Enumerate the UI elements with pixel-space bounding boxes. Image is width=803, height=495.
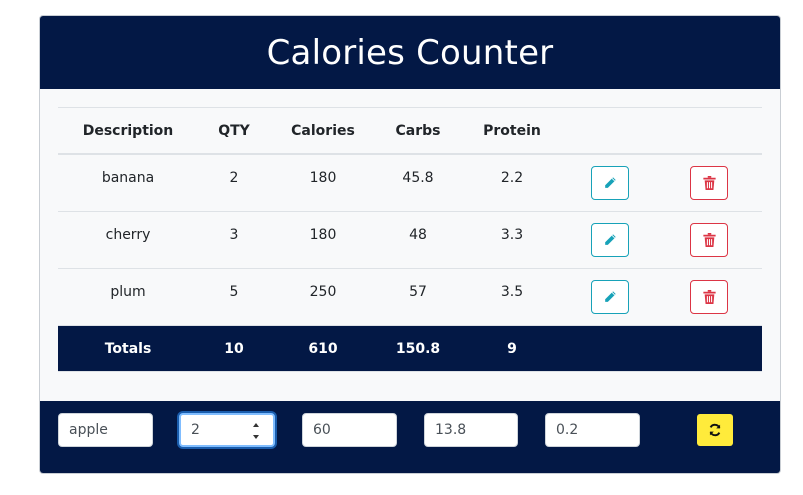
qty-input[interactable]: 2	[179, 413, 275, 447]
page-title: Calories Counter	[266, 32, 554, 73]
cell-calories: 180	[270, 154, 376, 212]
pencil-icon	[605, 234, 616, 245]
cell-carbs: 45.8	[376, 154, 460, 212]
cell-carbs: 48	[376, 211, 460, 269]
stepper-up-icon[interactable]	[253, 423, 259, 427]
col-header-carbs: Carbs	[376, 107, 460, 155]
total-calories: 610	[270, 325, 376, 372]
food-table-wrapper: Description QTY Calories Carbs Protein b…	[58, 107, 762, 372]
table-row: cherry 3 180 48 3.3	[58, 211, 762, 269]
calories-input-value: 60	[313, 422, 331, 438]
cell-description: cherry	[58, 211, 198, 269]
col-header-calories: Calories	[270, 107, 376, 155]
cell-protein: 3.3	[460, 211, 564, 269]
description-input[interactable]: apple	[58, 413, 153, 447]
delete-button[interactable]	[690, 166, 728, 200]
totals-empty-edit	[564, 325, 656, 372]
totals-row: Totals 10 610 150.8 9	[58, 325, 762, 372]
delete-button[interactable]	[690, 280, 728, 314]
table-row: banana 2 180 45.8 2.2	[58, 154, 762, 212]
food-table: Description QTY Calories Carbs Protein b…	[58, 107, 762, 372]
cell-calories: 250	[270, 268, 376, 326]
table-row: plum 5 250 57 3.5	[58, 268, 762, 326]
card-header: Calories Counter	[40, 16, 780, 89]
cell-delete	[656, 154, 762, 212]
cell-qty: 5	[198, 268, 270, 326]
total-carbs: 150.8	[376, 325, 460, 372]
qty-stepper[interactable]	[251, 423, 261, 439]
total-qty: 10	[198, 325, 270, 372]
refresh-icon	[709, 423, 721, 437]
total-protein: 9	[460, 325, 564, 372]
cell-edit	[564, 268, 656, 326]
cell-carbs: 57	[376, 268, 460, 326]
cell-delete	[656, 268, 762, 326]
protein-input[interactable]: 0.2	[545, 413, 640, 447]
calories-card: Calories Counter Description QTY Calorie…	[39, 15, 781, 474]
edit-button[interactable]	[591, 166, 629, 200]
description-input-value: apple	[69, 422, 108, 438]
cell-qty: 3	[198, 211, 270, 269]
totals-empty-delete	[656, 325, 762, 372]
col-header-qty: QTY	[198, 107, 270, 155]
qty-input-value: 2	[191, 422, 200, 438]
pencil-icon	[605, 291, 616, 302]
col-header-edit	[564, 107, 656, 155]
trash-icon	[702, 233, 716, 247]
cell-edit	[564, 154, 656, 212]
carbs-input[interactable]: 13.8	[424, 413, 518, 447]
cell-edit	[564, 211, 656, 269]
refresh-button[interactable]	[697, 414, 733, 446]
calories-input[interactable]: 60	[302, 413, 397, 447]
pencil-icon	[605, 177, 616, 188]
cell-protein: 2.2	[460, 154, 564, 212]
delete-button[interactable]	[690, 223, 728, 257]
cell-qty: 2	[198, 154, 270, 212]
cell-protein: 3.5	[460, 268, 564, 326]
table-header-row: Description QTY Calories Carbs Protein	[58, 107, 762, 155]
trash-icon	[702, 290, 716, 304]
cell-description: banana	[58, 154, 198, 212]
cell-calories: 180	[270, 211, 376, 269]
totals-label: Totals	[58, 325, 198, 372]
trash-icon	[702, 176, 716, 190]
carbs-input-value: 13.8	[435, 422, 467, 438]
col-header-description: Description	[58, 107, 198, 155]
edit-button[interactable]	[591, 223, 629, 257]
entry-form: apple 2 60 13.8 0.2	[40, 401, 780, 473]
col-header-protein: Protein	[460, 107, 564, 155]
cell-description: plum	[58, 268, 198, 326]
stepper-down-icon[interactable]	[253, 435, 259, 439]
protein-input-value: 0.2	[556, 422, 579, 438]
col-header-delete	[656, 107, 762, 155]
cell-delete	[656, 211, 762, 269]
edit-button[interactable]	[591, 280, 629, 314]
